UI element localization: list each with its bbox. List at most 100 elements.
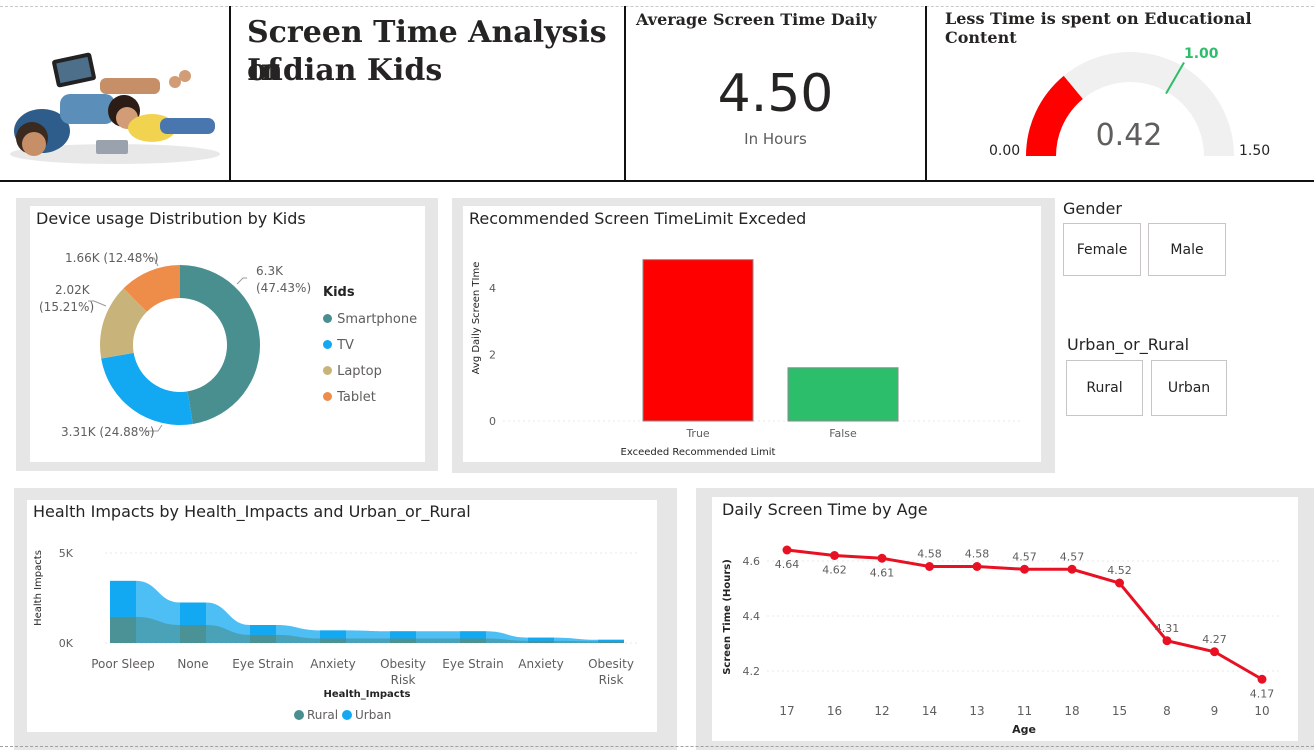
area-column-urban bbox=[460, 631, 486, 639]
area-column-rural bbox=[390, 638, 416, 643]
area-column-urban bbox=[320, 630, 346, 639]
device-usage-donut bbox=[88, 257, 261, 432]
donut-legend-laptop[interactable]: Laptop bbox=[323, 360, 382, 379]
gender-slicer-title: Gender bbox=[1063, 199, 1122, 218]
legend-label: Tablet bbox=[337, 390, 376, 405]
line-x-tick: 18 bbox=[1064, 704, 1079, 718]
donut-label-smartphone-pct: (47.43%) bbox=[256, 281, 312, 295]
line-x-tick: 10 bbox=[1254, 704, 1269, 718]
line-point bbox=[782, 545, 792, 555]
line-x-axis-title: Age bbox=[1012, 723, 1036, 736]
bar-y-axis-title: Avg Daily Screen TIme bbox=[471, 262, 482, 375]
bar-y-tick: 0 bbox=[489, 415, 496, 428]
area-column-urban bbox=[110, 580, 136, 617]
line-x-tick: 11 bbox=[1017, 704, 1032, 718]
limit-exceeded-visual[interactable]: Recommended Screen TimeLimit Exceded 0 2… bbox=[463, 206, 1041, 462]
area-column-rural bbox=[250, 634, 276, 643]
gauge-target-label: 1.00 bbox=[1184, 46, 1219, 62]
line-x-tick: 17 bbox=[779, 704, 794, 718]
legend-dot bbox=[323, 340, 332, 349]
legend-dot bbox=[323, 366, 332, 375]
line-data-label: 4.17 bbox=[1250, 687, 1275, 700]
area-column-rural bbox=[528, 640, 554, 643]
screen-time-by-age-visual[interactable]: Daily Screen Time by Age 4.2 4.4 4.6 4.64 1… bbox=[712, 497, 1298, 741]
legend-dot-urban bbox=[342, 710, 352, 720]
title-card: Screen Time Analysis of Indian Kids bbox=[231, 6, 626, 182]
page-title-line-2: Indian Kids bbox=[247, 53, 443, 88]
donut-label-tv: 3.31K (24.88%) bbox=[61, 425, 155, 439]
area-column-rural bbox=[320, 638, 346, 643]
line-data-label: 4.58 bbox=[965, 548, 990, 561]
gauge-value: 0.42 bbox=[1095, 118, 1163, 153]
area-category-label: Risk bbox=[599, 673, 624, 687]
gauge-max-label: 1.50 bbox=[1239, 143, 1271, 159]
bar-true bbox=[642, 259, 754, 422]
location-option-rural[interactable]: Rural bbox=[1066, 360, 1143, 416]
line-y-tick: 4.4 bbox=[743, 610, 761, 623]
line-data-label: 4.31 bbox=[1155, 622, 1180, 635]
line-x-tick: 13 bbox=[969, 704, 984, 718]
gender-option-female[interactable]: Female bbox=[1063, 223, 1141, 276]
kpi-unit: In Hours bbox=[744, 130, 807, 148]
line-x-tick: 12 bbox=[874, 704, 889, 718]
line-data-label: 4.52 bbox=[1107, 564, 1132, 577]
header-bottom-divider bbox=[0, 180, 1314, 182]
device-usage-visual[interactable]: Device usage Distribution by Kids 6.3K (… bbox=[30, 206, 425, 462]
location-option-urban[interactable]: Urban bbox=[1151, 360, 1227, 416]
area-column-urban bbox=[390, 631, 416, 639]
line-x-tick: 15 bbox=[1112, 704, 1127, 718]
donut-legend-smartphone[interactable]: Smartphone bbox=[323, 308, 417, 327]
line-point bbox=[1257, 674, 1267, 684]
bar-x-axis-title: Exceeded Recommended Limit bbox=[621, 447, 776, 458]
donut-legend-tv[interactable]: TV bbox=[323, 334, 354, 353]
area-category-label: Eye Strain bbox=[442, 657, 503, 671]
bar-category-label: False bbox=[829, 427, 857, 440]
line-data-label: 4.57 bbox=[1012, 550, 1037, 563]
health-impacts-area-chart: Poor Sleep None Eye Strain Anxiety Obesity Ri… bbox=[33, 547, 637, 722]
bar-category-label: True bbox=[685, 427, 710, 440]
bar-false bbox=[787, 367, 899, 422]
line-x-tick: 14 bbox=[922, 704, 937, 718]
hero-image-card bbox=[0, 6, 231, 182]
area-x-axis-title: Health_Impacts bbox=[324, 689, 411, 700]
line-point bbox=[830, 551, 839, 560]
area-column-rural bbox=[110, 616, 136, 643]
legend-label: Smartphone bbox=[337, 312, 418, 327]
legend-dot bbox=[323, 314, 332, 323]
footer-divider bbox=[0, 746, 1314, 747]
donut-legend-title: Kids bbox=[323, 285, 355, 300]
legend-label: Laptop bbox=[337, 364, 382, 379]
area-column-urban bbox=[250, 625, 276, 635]
kpi-value: 4.50 bbox=[717, 64, 834, 124]
line-data-label: 4.62 bbox=[822, 564, 847, 577]
gauge-min-label: 0.00 bbox=[989, 143, 1021, 159]
legend-label: TV bbox=[337, 338, 354, 353]
area-category-label: Anxiety bbox=[310, 657, 355, 671]
location-slicer-title: Urban_or_Rural bbox=[1067, 335, 1190, 354]
area-category-label: Obesity bbox=[380, 657, 426, 671]
line-point bbox=[1115, 578, 1124, 588]
line-point bbox=[877, 553, 887, 563]
legend-label-urban: Urban bbox=[355, 708, 391, 722]
health-impacts-visual[interactable]: Health Impacts by Health_Impacts and Urb… bbox=[27, 500, 657, 732]
area-column-urban bbox=[528, 637, 554, 641]
line-point bbox=[925, 562, 934, 571]
line-x-tick: 16 bbox=[827, 704, 842, 718]
legend-dot-rural bbox=[294, 710, 304, 720]
area-category-label: Risk bbox=[391, 673, 416, 687]
line-point bbox=[1210, 647, 1219, 657]
area-y-tick: 5K bbox=[59, 547, 74, 560]
line-data-label: 4.61 bbox=[870, 566, 895, 579]
gender-option-male[interactable]: Male bbox=[1148, 223, 1226, 276]
limit-exceeded-bar-chart: 0 2 4 True False Exceeded Recommended Li… bbox=[471, 259, 1023, 458]
donut-slice-smartphone bbox=[180, 265, 261, 424]
area-category-label: Eye Strain bbox=[232, 657, 293, 671]
bar-y-tick: 4 bbox=[489, 282, 496, 295]
line-data-label: 4.64 bbox=[775, 558, 800, 571]
line-x-tick: 9 bbox=[1211, 704, 1219, 718]
area-column-rural bbox=[180, 625, 206, 643]
area-category-label: None bbox=[177, 657, 208, 671]
area-column-rural bbox=[460, 638, 486, 643]
area-y-tick: 0K bbox=[59, 637, 74, 650]
donut-legend-tablet[interactable]: Tablet bbox=[323, 386, 376, 405]
